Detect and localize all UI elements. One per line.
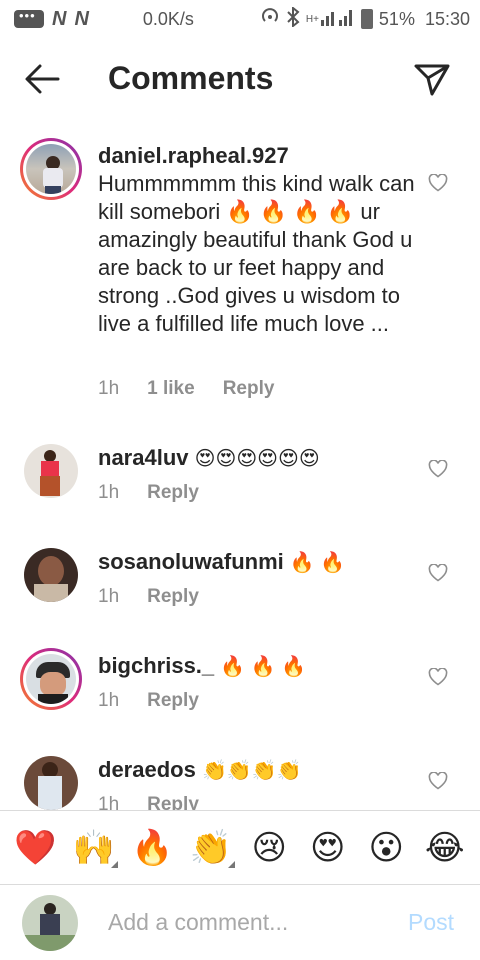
comment-meta: 1h Reply — [98, 482, 199, 504]
comment-time: 1h — [98, 378, 120, 399]
network-type: H+ — [305, 13, 319, 25]
comment-item: daniel.rapheal.927 Hummmmmm this kind wa… — [0, 136, 480, 406]
comment-username[interactable]: daniel.rapheal.927 — [98, 143, 289, 168]
comment-item: deraedos 👏👏👏👏 1h Reply — [0, 752, 480, 810]
skin-tone-indicator-icon — [110, 860, 118, 868]
comment-time: 1h — [98, 690, 120, 711]
comment-meta: 1h Reply — [98, 794, 199, 810]
fire-emoji-button[interactable]: 🔥 — [126, 828, 178, 868]
raising-hands-emoji: 🙌 — [72, 828, 115, 867]
surprised-emoji-button[interactable]: 😮 — [360, 828, 412, 868]
comment-username[interactable]: deraedos — [98, 757, 196, 782]
comment-meta: 1h 1 like Reply — [98, 378, 274, 400]
heart-like-icon[interactable] — [428, 667, 448, 686]
comment-text: 👏👏👏👏 — [201, 760, 302, 782]
clock: 15:30 — [424, 8, 470, 29]
network-speed: 0.0K/s — [142, 8, 194, 29]
comment-text: 😍😍😍😍😍😍 — [194, 448, 320, 470]
skin-tone-indicator-icon — [227, 860, 235, 868]
bluetooth-icon — [286, 5, 300, 32]
header: Comments — [0, 38, 480, 122]
avatar[interactable] — [20, 138, 82, 200]
heart-emoji-button[interactable]: ❤️ — [9, 828, 61, 868]
comment-likes-link[interactable]: 1 like — [147, 378, 195, 400]
reply-button[interactable]: Reply — [147, 482, 199, 504]
hotspot-icon — [260, 7, 280, 32]
avatar[interactable] — [24, 756, 78, 810]
comment-meta: 1h Reply — [98, 586, 199, 608]
raising-hands-emoji-button[interactable]: 🙌 — [68, 828, 120, 868]
crying-emoji-button[interactable]: 😢 — [243, 828, 295, 868]
comment-text: Hummmmmm this kind walk can kill somebor… — [98, 171, 415, 336]
comment-text: 🔥 🔥 — [289, 552, 346, 574]
reply-button[interactable]: Reply — [147, 690, 199, 712]
comment-time: 1h — [98, 482, 120, 503]
comment-meta: 1h Reply — [98, 690, 199, 712]
comment-username[interactable]: sosanoluwafunmi — [98, 549, 284, 574]
reply-button[interactable]: Reply — [147, 586, 199, 608]
send-direct-icon[interactable] — [412, 60, 452, 100]
clapping-emoji-button[interactable]: 👏 — [185, 828, 237, 868]
avatar[interactable] — [24, 548, 78, 602]
comment-body: bigchriss._ 🔥 🔥 🔥 — [98, 652, 418, 681]
comments-list[interactable]: daniel.rapheal.927 Hummmmmm this kind wa… — [0, 122, 480, 810]
comment-item: sosanoluwafunmi 🔥 🔥 1h Reply — [0, 544, 480, 624]
emoji-quick-bar: ❤️ 🙌 🔥 👏 😢 😍 😮 😂 — [0, 810, 480, 884]
comment-body: deraedos 👏👏👏👏 — [98, 756, 418, 785]
battery-level: 51% — [378, 8, 415, 29]
comment-text: 🔥 🔥 🔥 — [220, 656, 307, 678]
heart-like-icon[interactable] — [428, 563, 448, 582]
signal-icon — [320, 8, 355, 31]
comment-composer: Add a comment... Post — [0, 884, 480, 960]
n-notification-icon: N — [52, 7, 67, 30]
reply-button[interactable]: Reply — [147, 794, 199, 810]
battery-icon — [360, 9, 373, 29]
comment-body: nara4luv 😍😍😍😍😍😍 — [98, 444, 418, 473]
comment-time: 1h — [98, 794, 120, 810]
status-bar: N N 0.0K/s H+ 51% 15:30 — [0, 0, 480, 38]
reply-button[interactable]: Reply — [223, 378, 275, 400]
n-notification-icon: N — [74, 7, 89, 30]
comment-body: sosanoluwafunmi 🔥 🔥 — [98, 548, 418, 577]
post-button[interactable]: Post — [408, 909, 454, 936]
current-user-avatar — [22, 895, 78, 951]
page-title: Comments — [108, 60, 274, 96]
comment-item: nara4luv 😍😍😍😍😍😍 1h Reply — [0, 440, 480, 520]
avatar[interactable] — [24, 444, 78, 498]
heart-like-icon[interactable] — [428, 459, 448, 478]
comment-username[interactable]: nara4luv — [98, 445, 189, 470]
back-arrow-icon[interactable] — [22, 62, 62, 96]
comment-item: bigchriss._ 🔥 🔥 🔥 1h Reply — [0, 648, 480, 728]
comment-username[interactable]: bigchriss._ — [98, 653, 214, 678]
heart-like-icon[interactable] — [428, 771, 448, 790]
clapping-emoji: 👏 — [189, 828, 232, 867]
comment-input[interactable]: Add a comment... — [108, 909, 288, 936]
message-notification-icon — [14, 8, 44, 28]
comment-time: 1h — [98, 586, 120, 607]
avatar[interactable] — [20, 648, 82, 710]
heart-like-icon[interactable] — [428, 173, 448, 192]
comment-body: daniel.rapheal.927 Hummmmmm this kind wa… — [98, 142, 418, 338]
laughing-emoji-button[interactable]: 😂 — [419, 828, 471, 868]
heart-eyes-emoji-button[interactable]: 😍 — [302, 828, 354, 868]
